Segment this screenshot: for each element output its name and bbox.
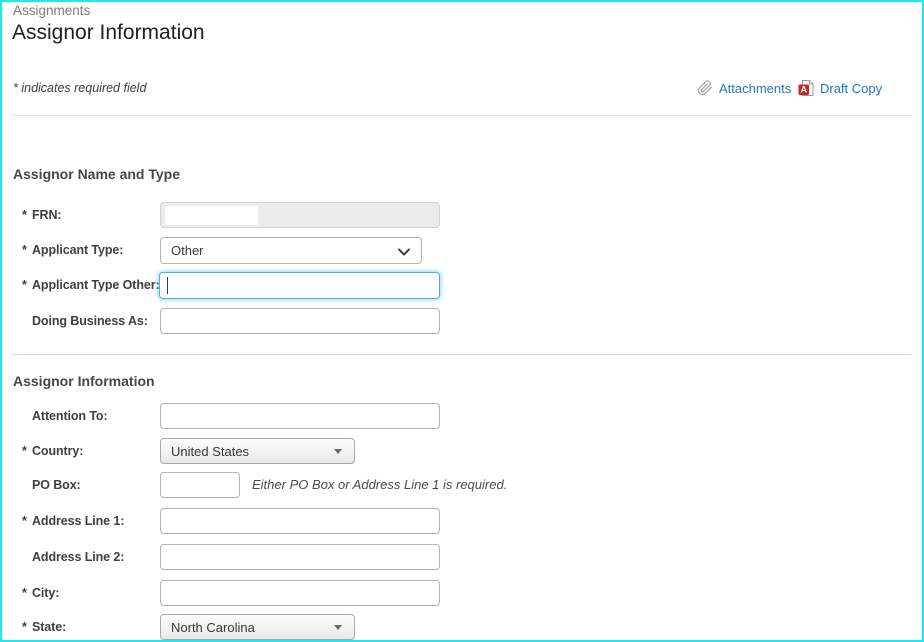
doing-business-as-input[interactable] [160, 308, 440, 334]
city-label: City: [32, 580, 59, 607]
breadcrumb: Assignments [13, 3, 90, 18]
state-dropdown[interactable]: North Carolina [160, 614, 355, 640]
po-box-helper-text: Either PO Box or Address Line 1 is requi… [252, 472, 507, 498]
required-asterisk: * [22, 438, 27, 465]
section-heading-assignor-name-and-type: Assignor Name and Type [13, 166, 180, 182]
po-box-input[interactable] [160, 472, 240, 498]
field-row-frn: * FRN: [2, 202, 922, 229]
applicant-type-other-label: Applicant Type Other: [32, 272, 160, 299]
city-input[interactable] [160, 580, 440, 606]
state-selected-value: North Carolina [171, 620, 255, 635]
state-label: State: [32, 614, 66, 641]
required-asterisk: * [22, 614, 27, 641]
doing-business-as-label: Doing Business As: [32, 308, 148, 335]
field-row-applicant-type: * Applicant Type: Other [2, 237, 922, 264]
frn-label: FRN: [32, 202, 61, 229]
attachments-label: Attachments [719, 81, 791, 96]
required-asterisk: * [22, 237, 27, 264]
pdf-file-icon: A [798, 80, 814, 96]
country-label: Country: [32, 438, 83, 465]
applicant-type-selected-value: Other [171, 243, 204, 258]
field-row-doing-business-as: Doing Business As: [2, 308, 922, 335]
country-selected-value: United States [171, 444, 249, 459]
attention-to-input[interactable] [160, 403, 440, 429]
draft-copy-link[interactable]: A Draft Copy [798, 80, 882, 96]
required-asterisk: * [22, 508, 27, 535]
field-row-country: * Country: United States [2, 438, 922, 465]
field-row-state: * State: North Carolina [2, 614, 922, 641]
applicant-type-label: Applicant Type: [32, 237, 123, 264]
field-row-attention-to: Attention To: [2, 403, 922, 430]
field-row-address-line-1: * Address Line 1: [2, 508, 922, 535]
section-heading-assignor-information: Assignor Information [13, 373, 155, 389]
attachments-link[interactable]: Attachments [697, 80, 791, 96]
draft-copy-label: Draft Copy [820, 81, 882, 96]
assignor-information-page: Assignments Assignor Information * indic… [0, 0, 924, 642]
address-line-2-input[interactable] [160, 544, 440, 570]
applicant-type-select[interactable]: Other [160, 237, 422, 264]
header-divider [12, 115, 912, 116]
text-caret [167, 277, 168, 294]
page-title: Assignor Information [12, 21, 205, 45]
required-asterisk: * [22, 202, 27, 229]
field-row-po-box: PO Box: Either PO Box or Address Line 1 … [2, 472, 922, 499]
country-dropdown[interactable]: United States [160, 438, 355, 464]
required-field-note: * indicates required field [13, 81, 146, 95]
field-row-address-line-2: Address Line 2: [2, 544, 922, 571]
field-row-applicant-type-other: * Applicant Type Other: [2, 272, 922, 299]
applicant-type-other-input[interactable] [159, 272, 440, 299]
address-line-2-label: Address Line 2: [32, 544, 124, 571]
dropdown-arrow-icon [334, 625, 342, 630]
paperclip-icon [697, 80, 713, 96]
address-line-1-input[interactable] [160, 508, 440, 534]
chevron-down-icon [397, 245, 411, 259]
section-divider [12, 354, 912, 355]
frn-redacted-value [165, 206, 258, 225]
frn-field-disabled [160, 202, 440, 228]
po-box-label: PO Box: [32, 472, 81, 499]
field-row-city: * City: [2, 580, 922, 607]
dropdown-arrow-icon [334, 449, 342, 454]
required-asterisk: * [22, 272, 27, 299]
required-asterisk: * [22, 580, 27, 607]
attention-to-label: Attention To: [32, 403, 108, 430]
svg-text:A: A [801, 85, 808, 95]
address-line-1-label: Address Line 1: [32, 508, 124, 535]
